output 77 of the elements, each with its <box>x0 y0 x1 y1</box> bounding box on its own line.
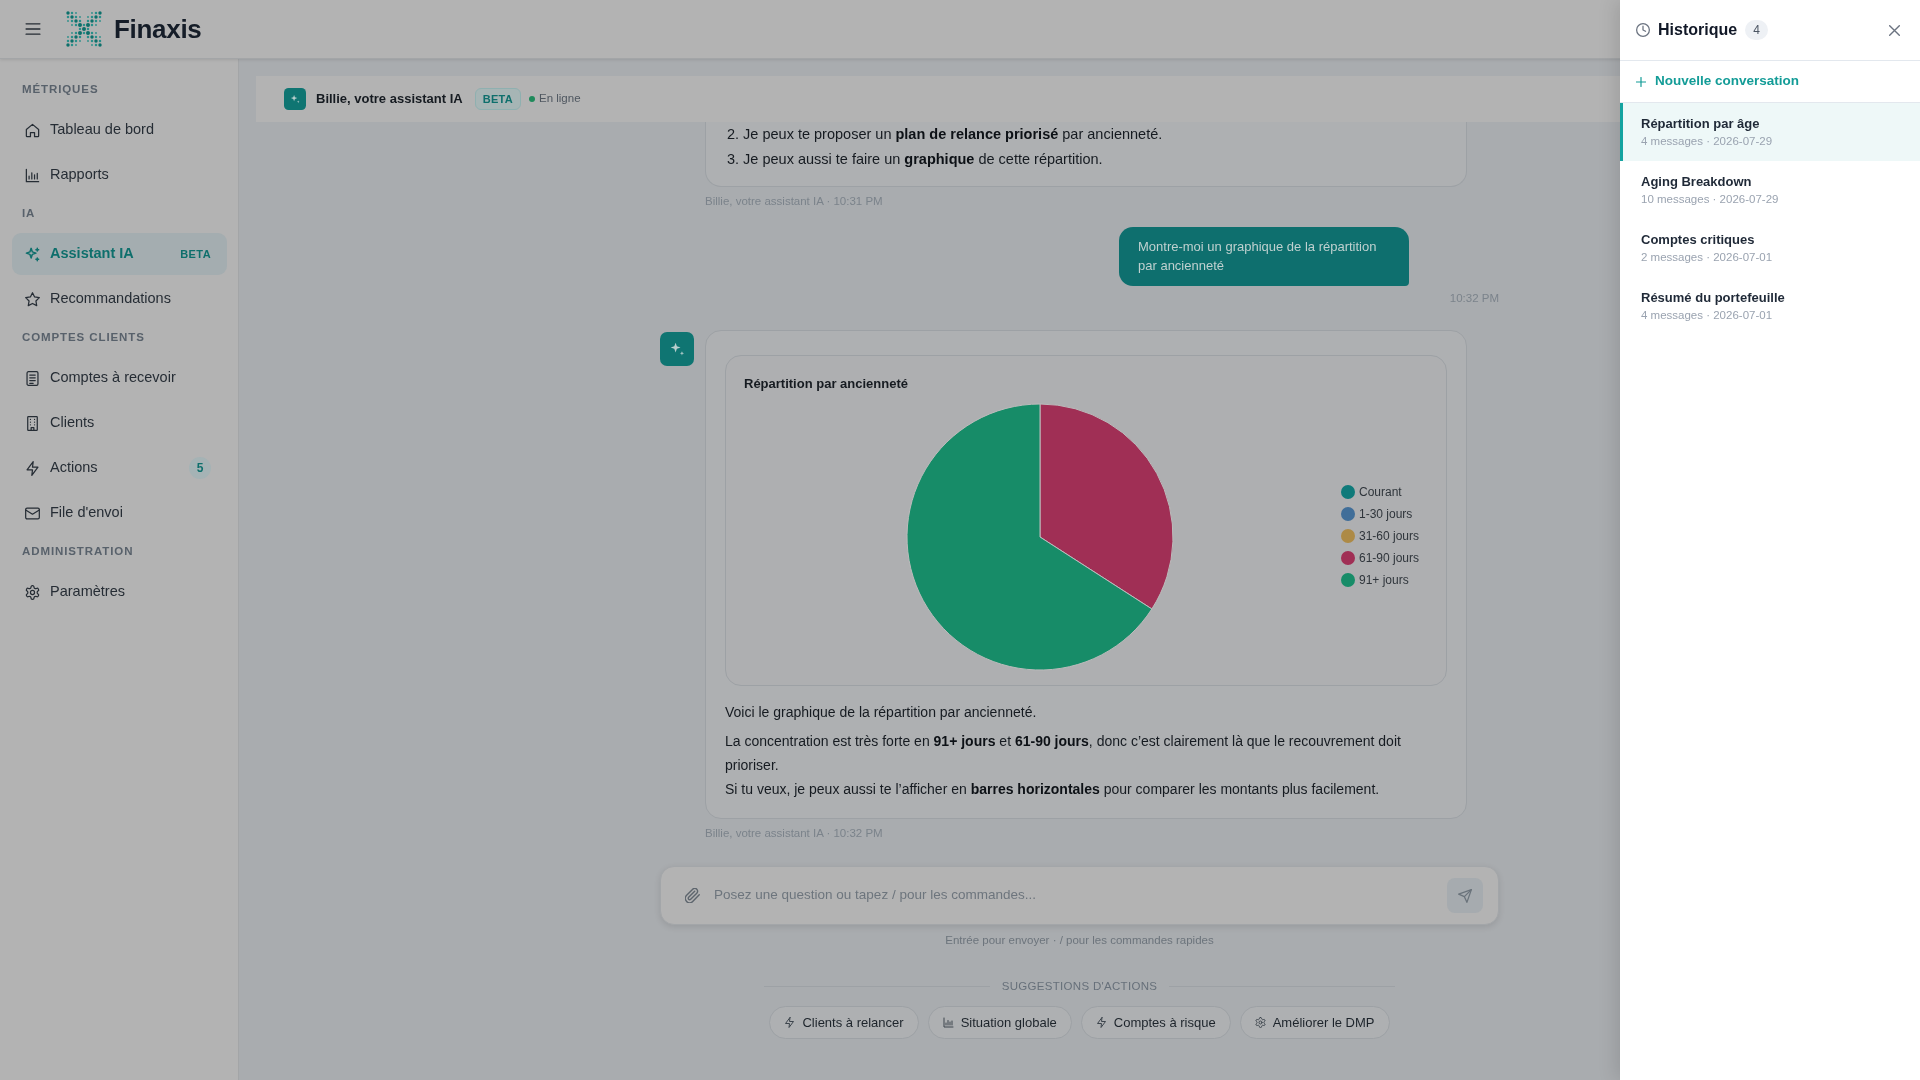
chart-title: Répartition par ancienneté <box>744 375 909 393</box>
lightning-icon <box>784 1017 796 1029</box>
message-text: 3. Je peux aussi te faire un graphique de cette répartition. <box>727 150 1104 169</box>
status-text: En ligne <box>539 91 581 107</box>
home-icon <box>25 122 40 138</box>
plus-icon <box>1636 76 1646 87</box>
suggestion-chip[interactable]: Situation globale <box>927 1006 1072 1040</box>
history-item[interactable]: Aging Breakdown 10 messages · 2026-07-29 <box>1620 161 1920 219</box>
legend-label: 61-90 jours <box>1359 551 1420 566</box>
close-icon <box>1889 24 1900 36</box>
sidebar-item[interactable]: Clients <box>12 402 227 444</box>
section-label: MÉTRIQUES <box>22 82 100 97</box>
message-bubble: Montre-moi un graphique de la répartition par ancienneté <box>1119 227 1409 286</box>
conversation-title: Comptes critiques <box>1641 231 1756 249</box>
document-icon <box>25 370 40 386</box>
sidebar-item[interactable]: Tableau de bord <box>12 109 227 151</box>
section-label: COMPTES CLIENTS <box>22 330 146 345</box>
sidebar-item[interactable]: File d'envoi <box>12 492 227 534</box>
conversation-title: Résumé du portefeuille <box>1641 289 1786 307</box>
suggestion-chip[interactable]: Clients à relancer <box>769 1006 919 1040</box>
menu-button[interactable] <box>23 21 43 37</box>
lightning-icon <box>25 460 40 476</box>
clock-icon <box>1636 23 1650 37</box>
suggestion-chip[interactable]: Améliorer le DMP <box>1239 1006 1390 1040</box>
message-text: Voici le graphique de la répartition par ancienneté. <box>725 703 1038 722</box>
beta-label: BETA <box>180 246 211 262</box>
history-item[interactable]: Comptes critiques 2 messages · 2026-07-01 <box>1620 219 1920 277</box>
bar-chart-icon <box>25 167 40 183</box>
logo-icon <box>66 11 102 47</box>
paperclip-icon <box>685 888 700 903</box>
close-button[interactable] <box>1889 24 1900 36</box>
assistant-avatar-icon <box>284 88 306 110</box>
gear-icon <box>25 584 40 600</box>
legend-label: 31-60 jours <box>1359 529 1420 544</box>
conversation-title: Aging Breakdown <box>1641 173 1753 191</box>
sidebar-item[interactable]: Paramètres <box>12 571 227 613</box>
attach-button[interactable] <box>685 888 700 903</box>
star-icon <box>25 291 40 307</box>
legend-label: 91+ jours <box>1359 573 1409 588</box>
message-text: 2. Je peux te proposer un plan de relance priorisé par ancienneté. <box>727 125 1164 144</box>
gear-icon <box>1254 1017 1266 1029</box>
conversation-meta: 4 messages · 2026-07-01 <box>1641 308 1774 323</box>
lightning-icon <box>1095 1017 1107 1029</box>
envelope-icon <box>25 505 40 521</box>
legend-label: Courant <box>1359 485 1402 500</box>
sidebar-item[interactable]: Comptes à recevoir <box>12 357 227 399</box>
message-text: Si tu veux, je peux aussi te l’afficher en barres horizontales pour comparer les montants plus facilement. <box>725 780 1381 799</box>
message-input[interactable]: Posez une question ou tapez / pour les commandes... <box>712 884 1435 907</box>
conversation-meta: 2 messages · 2026-07-01 <box>1641 250 1774 265</box>
sparkle-icon <box>25 246 40 262</box>
section-label: IA <box>22 206 37 221</box>
conversation-meta: 10 messages · 2026-07-29 <box>1641 192 1780 207</box>
input-hint: Entrée pour envoyer · / pour les commandes rapides <box>944 933 1215 947</box>
sidebar-item[interactable]: Rapports <box>12 154 227 196</box>
history-item[interactable]: Résumé du portefeuille 4 messages · 2026-07-01 <box>1620 277 1920 335</box>
chat-input-field[interactable]: Posez une question ou tapez / pour les commandes... <box>660 866 1499 925</box>
count-badge: 4 <box>1745 20 1768 40</box>
conversation-meta: 4 messages · 2026-07-29 <box>1641 134 1774 149</box>
menu-icon <box>25 23 41 35</box>
suggestion-chip[interactable]: Comptes à risque <box>1080 1006 1231 1040</box>
sidebar-item[interactable]: Recommandations <box>12 278 227 320</box>
send-button[interactable] <box>1447 878 1483 913</box>
conversation-title: Répartition par âge <box>1641 115 1761 133</box>
building-icon <box>25 415 40 431</box>
panel-title: Historique <box>1658 20 1738 40</box>
section-label: ADMINISTRATION <box>22 544 135 559</box>
message-text: La concentration est très forte en 91+ jours et 61-90 jours, donc c’est clairement là que le recouvrement doit prioriser. <box>725 732 1402 775</box>
sidebar-item[interactable]: Actions 5 <box>12 447 227 489</box>
legend-label: 1-30 jours <box>1359 507 1413 522</box>
suggestions-heading: SUGGESTIONS D'ACTIONS <box>1001 979 1158 994</box>
brand-name: Finaxis <box>114 12 202 46</box>
beta-badge: BETA <box>474 87 521 111</box>
send-icon <box>1458 888 1472 903</box>
assistant-name: Billie, votre assistant IA <box>316 90 463 109</box>
count-badge: 5 <box>189 457 211 479</box>
history-item[interactable]: Répartition par âge 4 messages · 2026-07-29 <box>1620 103 1920 161</box>
bar-chart-icon <box>942 1017 954 1029</box>
